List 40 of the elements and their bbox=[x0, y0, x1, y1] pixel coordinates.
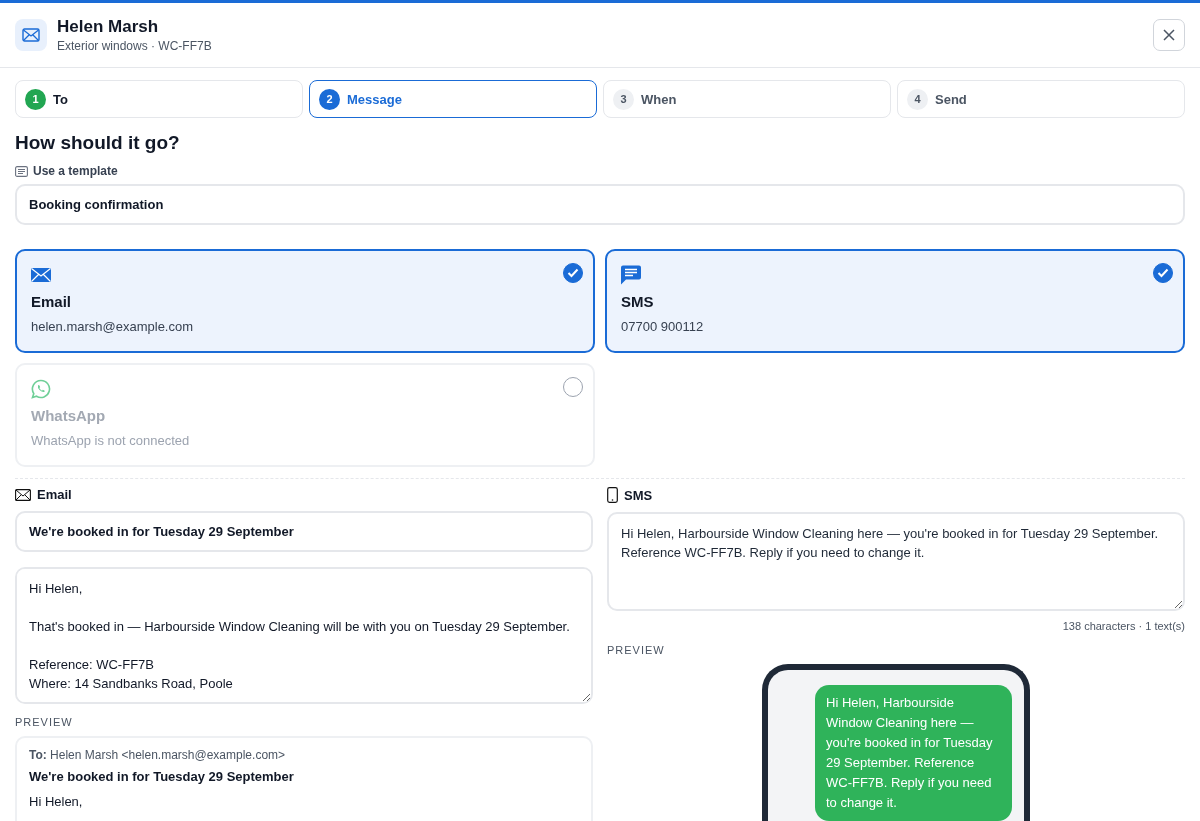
recipient-line: To: Helen Marsh <helen.marsh@example.com> bbox=[29, 748, 287, 762]
template-label: Use a template bbox=[33, 164, 118, 178]
step-tab[interactable]: 1 To bbox=[15, 80, 303, 118]
channel-detail: WhatsApp is not connected bbox=[31, 433, 191, 448]
close-icon bbox=[1162, 28, 1176, 42]
preview-label: PREVIEW bbox=[607, 644, 666, 656]
subject-field[interactable]: We're booked in for Tuesday 29 September bbox=[15, 511, 593, 552]
section-heading: How should it go? bbox=[15, 132, 181, 154]
envelope-icon bbox=[15, 19, 47, 51]
step-tab[interactable]: 3 When bbox=[603, 80, 891, 118]
channel-name: Email bbox=[31, 293, 73, 310]
whatsapp-icon bbox=[31, 379, 51, 399]
sms-title: SMS bbox=[624, 487, 653, 503]
preview-label: PREVIEW bbox=[15, 716, 74, 728]
close-button[interactable] bbox=[1153, 19, 1185, 51]
channel-detail: 07700 900112 bbox=[621, 319, 705, 334]
step-tab[interactable]: 4 Send bbox=[897, 80, 1185, 118]
message-bubble: Hi Helen, Harbourside Window Cleaning here — you're booked in for Tuesday 29 September. Reference WC-FF7B. Reply if you need to change it. bbox=[815, 685, 1012, 821]
channel-name: SMS bbox=[621, 293, 655, 310]
contact-name: Helen Marsh bbox=[57, 17, 160, 37]
checked-icon[interactable] bbox=[1153, 263, 1173, 283]
sms-text-field[interactable]: Hi Helen, Harbourside Window Cleaning here — you're booked in for Tuesday 29 September. Reference WC-FF7B. Reply if you need to change it. bbox=[607, 512, 1185, 611]
email-title: Email bbox=[37, 487, 72, 502]
template-field[interactable]: Booking confirmation bbox=[15, 184, 1185, 225]
chat-icon bbox=[621, 265, 641, 285]
envelope-icon bbox=[15, 488, 31, 501]
envelope-icon bbox=[31, 265, 51, 285]
character-count: 138 characters · 1 text(s) bbox=[1061, 620, 1185, 632]
step-tab[interactable]: 2 Message bbox=[309, 80, 597, 118]
preview-subject: We're booked in for Tuesday 29 September bbox=[29, 769, 295, 784]
job-subtitle: Exterior windows · WC-FF7B bbox=[57, 39, 213, 53]
channel-card[interactable]: SMS 07700 900112 bbox=[605, 249, 1185, 353]
channel-detail: helen.marsh@example.com bbox=[31, 319, 195, 334]
preview-body: Hi Helen, bbox=[29, 794, 84, 809]
channel-name: WhatsApp bbox=[31, 407, 107, 424]
channel-card[interactable]: Email helen.marsh@example.com bbox=[15, 249, 595, 353]
email-body-field[interactable]: Hi Helen, That's booked in — Harbourside Window Cleaning will be with you on Tuesday 29 September. Reference: WC-FF7B Where: 14 Sandbanks Road, Poole bbox=[15, 567, 593, 704]
phone-icon bbox=[607, 487, 618, 503]
template-icon bbox=[15, 165, 28, 177]
checked-icon[interactable] bbox=[563, 263, 583, 283]
